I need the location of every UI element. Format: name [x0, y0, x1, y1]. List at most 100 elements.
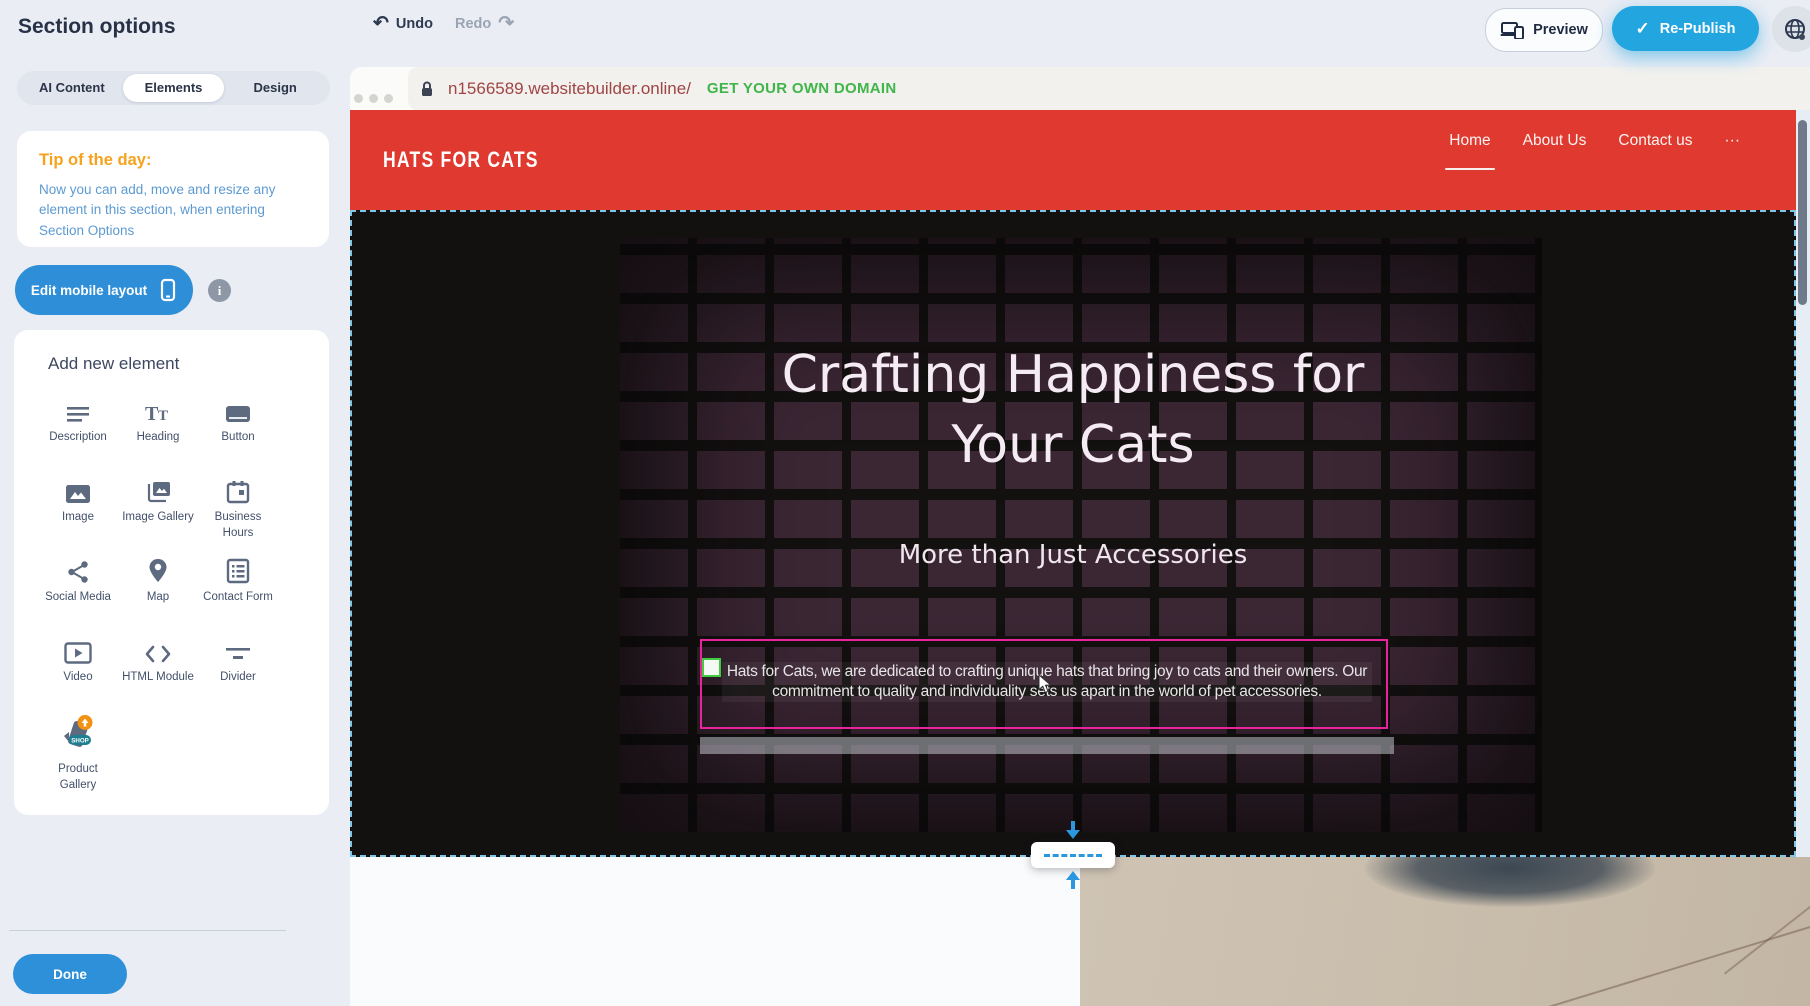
page-title: Section options [18, 15, 176, 39]
element-product-gallery[interactable]: SHOP Product Gallery [38, 714, 118, 794]
nav-home[interactable]: Home [1449, 132, 1490, 154]
description-icon [66, 394, 90, 424]
info-icon[interactable]: i [208, 279, 231, 302]
element-label: Product Gallery [42, 762, 114, 793]
element-description[interactable]: Description [38, 394, 118, 474]
resize-arrow-down-icon [1065, 821, 1081, 839]
republish-button[interactable]: ✓ Re-Publish [1612, 6, 1759, 51]
section-resize-handle[interactable] [1031, 842, 1115, 868]
hero-section-selected[interactable]: Crafting Happiness for Your Cats More th… [350, 210, 1796, 857]
element-grid: Description T T Heading Button [38, 394, 329, 794]
element-label: Divider [202, 670, 274, 686]
element-heading[interactable]: T T Heading [118, 394, 198, 474]
element-contact-form[interactable]: Contact Form [198, 554, 278, 634]
element-divider[interactable]: Divider [198, 634, 278, 714]
divider-icon [225, 634, 251, 664]
tab-design[interactable]: Design [224, 74, 326, 102]
element-html-module[interactable]: HTML Module [118, 634, 198, 714]
site-header: HATS FOR CATS Home About Us Contact us ·… [350, 110, 1796, 210]
element-label: Video [42, 670, 114, 686]
image-gallery-icon [145, 474, 171, 504]
button-icon [225, 394, 251, 424]
edit-mobile-layout-button[interactable]: Edit mobile layout [15, 265, 193, 315]
site-logo[interactable]: HATS FOR CATS [383, 147, 539, 173]
image-icon [65, 474, 91, 504]
nav-contact-us[interactable]: Contact us [1618, 132, 1692, 154]
scrollbar-thumb[interactable] [1798, 120, 1807, 305]
edit-mobile-layout-label: Edit mobile layout [31, 283, 147, 298]
social-media-icon [66, 554, 90, 584]
cat-shadow [1365, 857, 1655, 907]
redo-icon: ↷ [498, 17, 514, 31]
video-icon [64, 634, 92, 664]
element-video[interactable]: Video [38, 634, 118, 714]
element-label: Image Gallery [122, 510, 194, 526]
hero-subheading[interactable]: More than Just Accessories [352, 540, 1794, 570]
add-element-title: Add new element [48, 354, 329, 374]
undo-button[interactable]: ↶ Undo [373, 16, 433, 32]
site-url[interactable]: n1566589.websitebuilder.online/ [448, 79, 691, 99]
heading-icon: T T [145, 394, 171, 424]
product-gallery-icon: SHOP [56, 714, 100, 756]
preview-scrollbar[interactable] [1796, 110, 1810, 857]
floor-tile-seam [1724, 857, 1810, 974]
browser-dot [384, 94, 393, 103]
section-options-sidebar: AI Content Elements Design Tip of the da… [0, 57, 350, 1006]
floor-tile-seam [1519, 889, 1810, 1006]
sidebar-tabs: AI Content Elements Design [17, 71, 330, 105]
element-label: Map [122, 590, 194, 606]
element-label: Business Hours [202, 510, 274, 541]
element-ghost-band [700, 737, 1394, 754]
element-business-hours[interactable]: Business Hours [198, 474, 278, 554]
preview-label: Preview [1533, 22, 1588, 38]
site-preview-canvas: n1566589.websitebuilder.online/ GET YOUR… [350, 57, 1810, 1006]
browser-chrome-bar: n1566589.websitebuilder.online/ GET YOUR… [350, 67, 1810, 110]
html-module-icon [143, 634, 173, 664]
tip-body: Now you can add, move and resize any ele… [39, 180, 307, 241]
element-label: Description [42, 430, 114, 446]
check-icon: ✓ [1636, 19, 1650, 39]
browser-dot [369, 94, 378, 103]
republish-label: Re-Publish [1660, 21, 1736, 37]
element-map[interactable]: Map [118, 554, 198, 634]
tab-ai-content[interactable]: AI Content [21, 74, 123, 102]
element-label: Contact Form [202, 590, 274, 606]
element-button[interactable]: Button [198, 394, 278, 474]
add-new-element-panel: Add new element Description T T [14, 330, 329, 815]
globe-icon [1782, 16, 1808, 42]
get-domain-link[interactable]: GET YOUR OWN DOMAIN [707, 80, 897, 97]
tip-of-the-day-card: Tip of the day: Now you can add, move an… [17, 131, 329, 247]
tab-elements[interactable]: Elements [123, 74, 225, 102]
element-label: Heading [122, 430, 194, 446]
resize-arrow-up-icon [1065, 871, 1081, 889]
redo-button[interactable]: Redo ↷ [455, 16, 514, 32]
done-button[interactable]: Done [13, 954, 127, 994]
address-bar[interactable]: n1566589.websitebuilder.online/ GET YOUR… [408, 67, 1810, 110]
undo-label: Undo [396, 16, 433, 32]
mobile-phone-icon [159, 278, 177, 302]
top-toolbar: Section options ↶ Undo Redo ↷ Preview ✓ … [0, 0, 1810, 57]
language-globe-button[interactable] [1772, 6, 1810, 52]
element-label: Social Media [42, 590, 114, 606]
next-section-image[interactable] [1080, 857, 1810, 1006]
element-image[interactable]: Image [38, 474, 118, 554]
business-hours-icon [226, 474, 250, 504]
redo-label: Redo [455, 16, 491, 32]
element-social-media[interactable]: Social Media [38, 554, 118, 634]
devices-icon [1500, 21, 1524, 39]
undo-icon: ↶ [373, 17, 389, 31]
lock-icon [420, 80, 434, 98]
sidebar-divider [9, 930, 286, 931]
contact-form-icon [226, 554, 250, 584]
preview-button[interactable]: Preview [1485, 8, 1603, 52]
element-image-gallery[interactable]: Image Gallery [118, 474, 198, 554]
site-nav: Home About Us Contact us ··· [1449, 132, 1740, 154]
hero-heading[interactable]: Crafting Happiness for Your Cats [723, 340, 1423, 480]
element-label: HTML Module [122, 670, 194, 686]
browser-dot [354, 94, 363, 103]
next-section-left[interactable] [350, 857, 1080, 1006]
nav-about-us[interactable]: About Us [1523, 132, 1587, 154]
selection-drag-handle[interactable] [702, 658, 721, 677]
nav-more[interactable]: ··· [1725, 132, 1741, 154]
mouse-cursor [1038, 674, 1053, 694]
